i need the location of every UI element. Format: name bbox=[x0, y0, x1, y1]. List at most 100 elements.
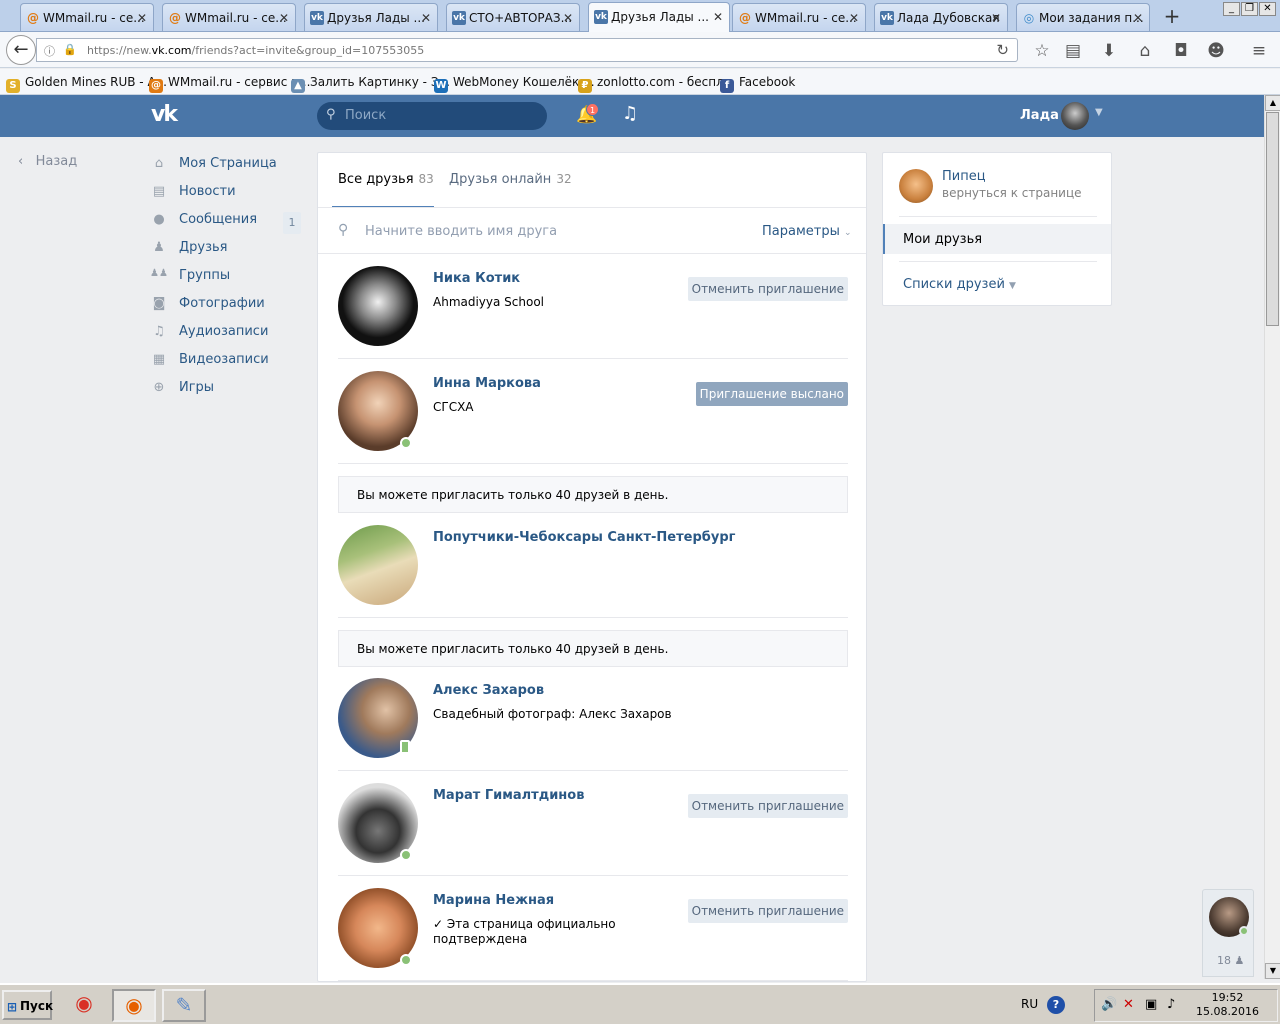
search-input[interactable]: ⚲ Поиск bbox=[317, 102, 547, 130]
pocket-icon[interactable]: ◘ bbox=[1169, 40, 1193, 62]
network-icon[interactable]: ✕ bbox=[1123, 997, 1134, 1012]
back-to-page-link[interactable]: вернуться к странице bbox=[942, 186, 1082, 200]
bookmark-item[interactable]: S Golden Mines RUB - A... bbox=[6, 75, 167, 93]
cancel-invite-button[interactable]: Отменить приглашение bbox=[687, 794, 848, 818]
browser-tab[interactable]: vk СТО+АВТОРАЗ... ✕ bbox=[446, 3, 580, 31]
clock[interactable]: 19:52 15.08.2016 bbox=[1196, 991, 1259, 1019]
minimize-button[interactable]: _ bbox=[1223, 2, 1240, 16]
close-icon[interactable]: ✕ bbox=[137, 11, 147, 25]
messages-icon: ● bbox=[153, 212, 165, 227]
friend-name[interactable]: Ника Котик bbox=[433, 271, 520, 286]
back-link[interactable]: ‹ Назад bbox=[18, 154, 77, 169]
home-icon: ⌂ bbox=[154, 156, 164, 171]
download-icon[interactable]: ⬇ bbox=[1097, 40, 1121, 62]
close-icon[interactable]: ✕ bbox=[713, 10, 723, 24]
friend-row: Марина Нежная ✓ Эта страница официально … bbox=[338, 876, 848, 981]
friend-subtitle: ✓ Эта страница официально подтверждена bbox=[433, 917, 616, 946]
scroll-down-icon[interactable]: ▼ bbox=[1265, 963, 1280, 979]
bookmark-item[interactable]: @ WMmail.ru - сервис п... bbox=[149, 75, 310, 93]
friend-name[interactable]: Марина Нежная bbox=[433, 893, 554, 908]
close-icon[interactable]: ✕ bbox=[991, 11, 1001, 25]
menu-item-friend-lists[interactable]: Списки друзей ▼ bbox=[903, 277, 1016, 292]
browser-navbar: ← ⓘ 🔒 https://new.vk.com/friends?act=inv… bbox=[0, 32, 1280, 68]
group-avatar[interactable] bbox=[899, 169, 933, 203]
scroll-thumb[interactable] bbox=[1266, 112, 1279, 326]
scrollbar[interactable]: ▲ ▼ bbox=[1264, 95, 1280, 979]
music-icon[interactable]: ♫ bbox=[622, 103, 638, 124]
close-icon[interactable]: ✕ bbox=[279, 11, 289, 25]
info-icon[interactable]: ⓘ bbox=[44, 43, 55, 59]
close-window-button[interactable]: ✕ bbox=[1259, 2, 1276, 16]
bookmark-item[interactable]: ▲ Залить Картинку - З... bbox=[291, 75, 450, 93]
user-name[interactable]: Лада bbox=[1020, 108, 1059, 123]
invitation-sent-button[interactable]: Приглашение выслано bbox=[695, 382, 848, 406]
params-dropdown[interactable]: Параметры ⌄ bbox=[762, 224, 852, 239]
browser-tab[interactable]: ◎ Мои задания п... ✕ bbox=[1016, 3, 1150, 31]
friend-name[interactable]: Попутчики-Чебоксары Санкт-Петербург bbox=[433, 530, 735, 545]
close-icon[interactable]: ✕ bbox=[849, 11, 859, 25]
friend-name[interactable]: Инна Маркова bbox=[433, 376, 541, 391]
avatar[interactable] bbox=[338, 266, 418, 346]
sidebar-item-video[interactable]: ▦ Видеозаписи bbox=[150, 348, 310, 376]
sidebar-item-photos[interactable]: ◙ Фотографии bbox=[150, 292, 310, 320]
cancel-invite-button[interactable]: Отменить приглашение bbox=[687, 277, 848, 301]
group-name[interactable]: Пипец bbox=[942, 169, 986, 184]
avatar[interactable] bbox=[338, 525, 418, 605]
chat-widget[interactable]: 18 ♟ bbox=[1202, 889, 1254, 977]
new-tab-button[interactable]: + bbox=[1161, 5, 1183, 27]
language-indicator[interactable]: RU bbox=[1021, 997, 1038, 1011]
home-icon[interactable]: ⌂ bbox=[1133, 40, 1157, 62]
chrome-icon[interactable]: ◉ bbox=[62, 989, 106, 1022]
friend-search-input[interactable]: Начните вводить имя друга bbox=[365, 224, 557, 239]
close-icon[interactable]: ✕ bbox=[563, 11, 573, 25]
cancel-invite-button[interactable]: Отменить приглашение bbox=[687, 899, 848, 923]
chat-icon[interactable]: ☻ bbox=[1204, 40, 1228, 62]
volume-icon[interactable]: 🔊 bbox=[1101, 997, 1117, 1012]
tab-all-friends[interactable]: Все друзья 83 bbox=[338, 172, 434, 187]
friend-row: Ника Котик Ahmadiyya School Отменить при… bbox=[338, 254, 848, 359]
firefox-icon[interactable]: ◉ bbox=[112, 989, 156, 1022]
monitor-icon[interactable]: ▣ bbox=[1145, 997, 1157, 1012]
browser-tab[interactable]: @ WMmail.ru - се... ✕ bbox=[732, 3, 866, 31]
browser-tab[interactable]: @ WMmail.ru - се... ✕ bbox=[20, 3, 154, 31]
paint-icon[interactable]: ✎ bbox=[162, 989, 206, 1022]
scroll-up-icon[interactable]: ▲ bbox=[1265, 95, 1280, 111]
sidebar-item-games[interactable]: ⊕ Игры bbox=[150, 376, 310, 404]
tab-friends-online[interactable]: Друзья онлайн 32 bbox=[449, 172, 572, 187]
url-bar[interactable]: ⓘ 🔒 https://new.vk.com/friends?act=invit… bbox=[36, 38, 1018, 62]
browser-tab-active[interactable]: vk Друзья Лады ... ✕ bbox=[588, 2, 730, 32]
help-icon[interactable]: ? bbox=[1047, 996, 1065, 1014]
browser-back-button[interactable]: ← bbox=[6, 35, 36, 65]
speaker-icon[interactable]: ♪ bbox=[1167, 997, 1175, 1012]
sidebar-item-news[interactable]: ▤ Новости bbox=[150, 180, 310, 208]
reading-list-icon[interactable]: ▤ bbox=[1061, 40, 1085, 62]
sidebar-item-groups[interactable]: ♟♟ Группы bbox=[150, 264, 310, 292]
browser-tab[interactable]: vk Лада Дубовская ✕ bbox=[874, 3, 1008, 31]
avatar[interactable] bbox=[1061, 102, 1089, 130]
vk-logo[interactable]: vk bbox=[151, 102, 178, 127]
invite-limit-notice: Вы можете пригласить только 40 друзей в … bbox=[338, 476, 848, 513]
chevron-down-icon[interactable]: ▼ bbox=[1095, 107, 1103, 118]
bookmark-item[interactable]: W WebMoney Кошелёк ... bbox=[434, 75, 595, 93]
restore-button[interactable]: ❐ bbox=[1241, 2, 1258, 16]
friend-subtitle: Ahmadiyya School bbox=[433, 295, 545, 309]
close-icon[interactable]: ✕ bbox=[421, 11, 431, 25]
sidebar-item-audio[interactable]: ♫ Аудиозаписи bbox=[150, 320, 310, 348]
chat-online-count: 18 ♟ bbox=[1217, 954, 1245, 967]
webmoney-icon: W bbox=[434, 79, 448, 93]
star-icon[interactable]: ☆ bbox=[1030, 40, 1054, 62]
menu-item-my-friends[interactable]: Мои друзья bbox=[883, 224, 1111, 254]
start-button[interactable]: ⊞ Пуск bbox=[2, 990, 53, 1020]
sidebar-item-friends[interactable]: ♟ Друзья bbox=[150, 236, 310, 264]
close-icon[interactable]: ✕ bbox=[1133, 11, 1143, 25]
reload-icon[interactable]: ↻ bbox=[996, 41, 1009, 59]
menu-icon[interactable]: ≡ bbox=[1247, 40, 1271, 62]
browser-tab[interactable]: vk Друзья Лады ... ✕ bbox=[304, 3, 438, 31]
bookmark-item[interactable]: ₽ zonlotto.com - беспл... bbox=[578, 75, 735, 93]
bookmark-item[interactable]: f Facebook bbox=[720, 75, 795, 93]
browser-tab[interactable]: @ WMmail.ru - се... ✕ bbox=[162, 3, 296, 31]
friend-row: Алекс Захаров Свадебный фотограф: Алекс … bbox=[338, 666, 848, 771]
sidebar-item-my-page[interactable]: ⌂ Моя Страница bbox=[150, 152, 310, 180]
friend-name[interactable]: Алекс Захаров bbox=[433, 683, 544, 698]
friend-name[interactable]: Марат Гималтдинов bbox=[433, 788, 584, 803]
